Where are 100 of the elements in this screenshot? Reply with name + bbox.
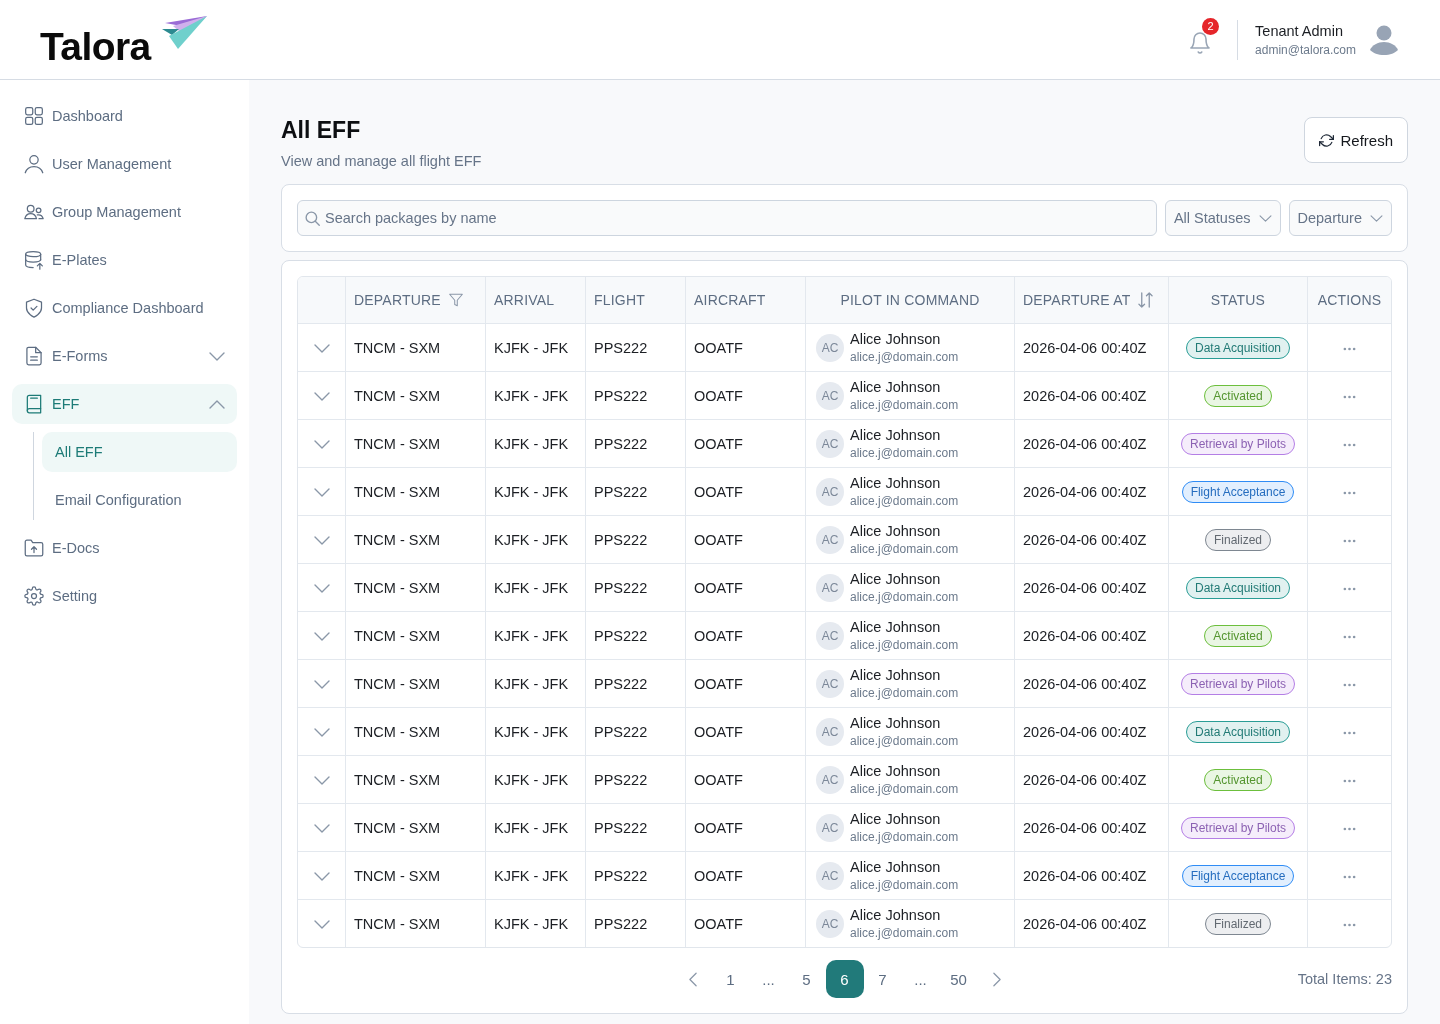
table-cell: TNCM - SXM bbox=[346, 852, 486, 900]
filter-dropdown[interactable]: All Statuses bbox=[1164, 200, 1281, 236]
more-icon[interactable] bbox=[1343, 586, 1356, 591]
filter-icon[interactable] bbox=[448, 293, 463, 307]
sidebar-item[interactable]: E-Forms bbox=[12, 336, 237, 376]
table-cell: TNCM - SXM bbox=[346, 708, 486, 756]
sidebar-item[interactable]: User Management bbox=[12, 144, 237, 184]
pilot-email: alice.j@domain.com bbox=[850, 446, 959, 461]
avatar-icon[interactable] bbox=[1370, 24, 1398, 55]
more-icon[interactable] bbox=[1343, 682, 1356, 687]
table-cell: 2026-04-06 00:40Z bbox=[1015, 324, 1169, 372]
pilot-email: alice.j@domain.com bbox=[850, 926, 959, 941]
grid-icon bbox=[24, 106, 44, 126]
chevron-icon[interactable] bbox=[313, 680, 330, 690]
users-icon bbox=[24, 202, 44, 222]
column-header: PILOT IN COMMAND bbox=[840, 292, 980, 308]
chevron-icon[interactable] bbox=[313, 728, 330, 738]
pilot-email: alice.j@domain.com bbox=[850, 542, 959, 557]
more-icon[interactable] bbox=[1343, 394, 1356, 399]
pagination-ellipsis: ... bbox=[762, 970, 775, 988]
chevron-icon[interactable] bbox=[209, 351, 225, 361]
pilot-name: Alice Johnson bbox=[850, 810, 942, 828]
page-button[interactable]: 7 bbox=[863, 960, 902, 998]
avatar: AC bbox=[816, 669, 844, 698]
avatar: AC bbox=[816, 525, 844, 554]
bell-icon[interactable] bbox=[1190, 31, 1211, 54]
more-icon[interactable] bbox=[1343, 490, 1356, 495]
chevron-icon[interactable] bbox=[313, 392, 330, 402]
avatar: AC bbox=[816, 861, 844, 890]
sidebar-item[interactable]: Group Management bbox=[12, 192, 237, 232]
table-cell: TNCM - SXM bbox=[346, 468, 486, 516]
refresh-button[interactable]: Refresh bbox=[1304, 117, 1408, 163]
more-icon[interactable] bbox=[1343, 874, 1356, 879]
filter-dropdown[interactable]: Departure bbox=[1288, 200, 1392, 236]
avatar: AC bbox=[816, 573, 844, 602]
status-tag: Flight Acceptance bbox=[1181, 480, 1295, 503]
table-cell: TNCM - SXM bbox=[346, 756, 486, 804]
table-cell: OOATF bbox=[686, 900, 806, 947]
sidebar-item[interactable]: Compliance Dashboard bbox=[12, 288, 237, 328]
sidebar-item[interactable]: EFF bbox=[12, 384, 237, 424]
status-tag: Flight Acceptance bbox=[1181, 864, 1295, 887]
notification-badge: 2 bbox=[1202, 17, 1220, 35]
chevron-icon[interactable] bbox=[313, 440, 330, 450]
table-cell: OOATF bbox=[686, 516, 806, 564]
pilot-email: alice.j@domain.com bbox=[850, 878, 959, 893]
status-tag: Data Acquisition bbox=[1185, 336, 1291, 359]
more-icon[interactable] bbox=[1343, 634, 1356, 639]
sidebar-item[interactable]: Setting bbox=[12, 576, 237, 616]
table-cell: KJFK - JFK bbox=[486, 420, 586, 468]
pilot-name: Alice Johnson bbox=[850, 858, 942, 876]
pilot-name: Alice Johnson bbox=[850, 522, 942, 540]
table-cell: OOATF bbox=[686, 468, 806, 516]
sidebar-subitem[interactable]: All EFF bbox=[42, 432, 237, 472]
table-cell: 2026-04-06 00:40Z bbox=[1015, 804, 1169, 852]
page-button[interactable]: 5 bbox=[787, 960, 826, 998]
more-icon[interactable] bbox=[1343, 922, 1356, 927]
chevron-icon[interactable] bbox=[313, 488, 330, 498]
more-icon[interactable] bbox=[1343, 826, 1356, 831]
pilot-email: alice.j@domain.com bbox=[850, 398, 959, 413]
search-field[interactable]: Search packages by name bbox=[297, 200, 1157, 236]
sidebar-subitem[interactable]: Email Configuration bbox=[42, 480, 237, 520]
chevron-icon[interactable] bbox=[209, 399, 225, 409]
status-tag: Data Acquisition bbox=[1185, 576, 1291, 599]
chevron-icon[interactable] bbox=[313, 632, 330, 642]
chevron-icon[interactable] bbox=[313, 584, 330, 594]
more-icon[interactable] bbox=[1343, 538, 1356, 543]
more-icon[interactable] bbox=[1343, 442, 1356, 447]
chevron-left-icon[interactable] bbox=[688, 971, 697, 987]
status-tag: Finalized bbox=[1205, 912, 1271, 935]
chevron-icon[interactable] bbox=[313, 536, 330, 546]
column-header: DEPARTURE bbox=[354, 292, 441, 308]
status-tag: Retrieval by Pilots bbox=[1180, 816, 1295, 839]
avatar: AC bbox=[816, 765, 844, 794]
table-cell: OOATF bbox=[686, 612, 806, 660]
more-icon[interactable] bbox=[1343, 778, 1356, 783]
chevron-icon[interactable] bbox=[313, 344, 330, 354]
table-cell: PPS222 bbox=[586, 516, 686, 564]
chevron-icon[interactable] bbox=[313, 872, 330, 882]
chevron-icon[interactable] bbox=[313, 920, 330, 930]
chevron-icon[interactable] bbox=[313, 776, 330, 786]
table-cell: PPS222 bbox=[586, 612, 686, 660]
page-button[interactable]: 50 bbox=[939, 960, 978, 998]
table-cell: KJFK - JFK bbox=[486, 372, 586, 420]
column-header: FLIGHT bbox=[594, 292, 645, 308]
sidebar-item[interactable]: E-Docs bbox=[12, 528, 237, 568]
pilot-name: Alice Johnson bbox=[850, 474, 942, 492]
chevron-right-icon[interactable] bbox=[992, 971, 1001, 987]
table-cell: KJFK - JFK bbox=[486, 852, 586, 900]
pilot-name: Alice Johnson bbox=[850, 618, 942, 636]
user-icon bbox=[24, 154, 44, 174]
page-button[interactable]: 1 bbox=[711, 960, 750, 998]
more-icon[interactable] bbox=[1343, 730, 1356, 735]
sidebar-item[interactable]: E-Plates bbox=[12, 240, 237, 280]
more-icon[interactable] bbox=[1343, 346, 1356, 351]
table-cell: 2026-04-06 00:40Z bbox=[1015, 564, 1169, 612]
chevron-icon[interactable] bbox=[313, 824, 330, 834]
sidebar-item[interactable]: Dashboard bbox=[12, 96, 237, 136]
page-button[interactable]: 6 bbox=[825, 960, 864, 998]
table-cell: 2026-04-06 00:40Z bbox=[1015, 516, 1169, 564]
sort-icon[interactable] bbox=[1138, 292, 1154, 308]
